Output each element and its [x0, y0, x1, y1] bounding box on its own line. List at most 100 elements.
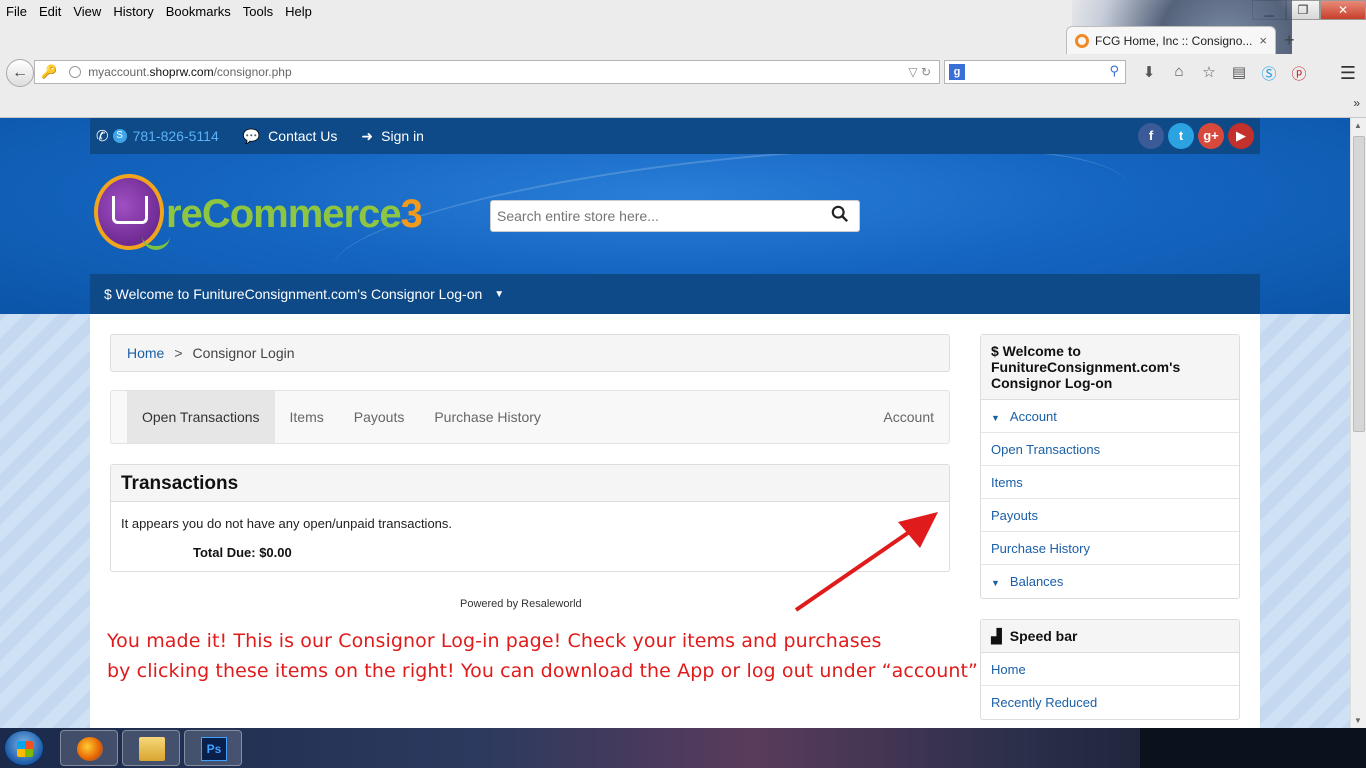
- tab-payouts[interactable]: Payouts: [339, 391, 420, 443]
- sidebar-item-purchase-history[interactable]: Purchase History: [981, 532, 1239, 565]
- reload-icon[interactable]: ▽ ↻: [908, 65, 931, 79]
- contact-us-link[interactable]: Contact Us: [268, 128, 337, 144]
- breadcrumb-home-link[interactable]: Home: [127, 345, 164, 361]
- caret-down-icon: ▼: [991, 578, 1000, 588]
- social-links: f t g+ ▶: [1138, 123, 1254, 149]
- scroll-down-icon[interactable]: ▼: [1354, 716, 1362, 725]
- key-icon: 🔑: [41, 64, 58, 79]
- tab-open-transactions[interactable]: Open Transactions: [127, 391, 275, 443]
- twitter-icon[interactable]: t: [1168, 123, 1194, 149]
- taskbar-photoshop[interactable]: Ps: [184, 730, 242, 766]
- system-tray: [1140, 728, 1366, 768]
- facebook-icon[interactable]: f: [1138, 123, 1164, 149]
- caret-down-icon: ▼: [494, 288, 505, 300]
- youtube-icon[interactable]: ▶: [1228, 123, 1254, 149]
- reader-icon[interactable]: ▤: [1230, 63, 1248, 84]
- annotation-line-2: by clicking these items on the right! Yo…: [107, 660, 978, 682]
- annotation-text: You made it! This is our Consignor Log-i…: [107, 626, 978, 686]
- skype-extension-icon[interactable]: Ⓢ: [1260, 63, 1278, 84]
- menu-tools[interactable]: Tools: [237, 4, 279, 19]
- google-plus-icon[interactable]: g+: [1198, 123, 1224, 149]
- total-due: Total Due: $0.00: [193, 545, 292, 560]
- tab-account[interactable]: Account: [868, 391, 949, 443]
- search-icon[interactable]: ⚲: [1109, 63, 1119, 79]
- home-icon[interactable]: ⌂: [1170, 63, 1188, 84]
- chat-icon: 💬: [242, 127, 261, 144]
- browser-search-input[interactable]: g ⚲: [944, 60, 1126, 84]
- sidebar-title: $ Welcome to FunitureConsignment.com's C…: [981, 335, 1239, 400]
- menu-bookmarks[interactable]: Bookmarks: [160, 4, 237, 19]
- menu-edit[interactable]: Edit: [33, 4, 67, 19]
- transactions-title: Transactions: [111, 465, 949, 502]
- bookmark-star-icon[interactable]: ☆: [1200, 63, 1218, 84]
- menu-view[interactable]: View: [67, 4, 107, 19]
- scroll-thumb[interactable]: [1353, 136, 1365, 432]
- taskbar-explorer[interactable]: [122, 730, 180, 766]
- annotation-arrow-icon: [794, 512, 938, 612]
- browser-tab[interactable]: FCG Home, Inc :: Consigno... ×: [1066, 26, 1276, 54]
- speed-bar-box: ▟ Speed bar Home Recently Reduced: [980, 619, 1240, 720]
- tab-purchase-history[interactable]: Purchase History: [419, 391, 556, 443]
- logo-text: reCommerce3: [166, 192, 423, 236]
- top-contact-bar: ✆ S 781-826-5114 💬 Contact Us ➜ Sign in …: [90, 118, 1260, 154]
- welcome-dropdown-bar[interactable]: $ Welcome to FunitureConsignment.com's C…: [90, 274, 1260, 314]
- sidebar-item-payouts[interactable]: Payouts: [981, 499, 1239, 532]
- url-prefix: myaccount.: [88, 65, 150, 79]
- cart-logo-icon: [94, 174, 170, 250]
- url-host: shoprw.com: [149, 65, 214, 79]
- speed-bar-item-recently-reduced[interactable]: Recently Reduced: [981, 686, 1239, 719]
- transactions-message: It appears you do not have any open/unpa…: [121, 516, 453, 531]
- consignor-tabs: Open Transactions Items Payouts Purchase…: [110, 390, 950, 444]
- menu-help[interactable]: Help: [279, 4, 318, 19]
- welcome-bar-label: $ Welcome to FunitureConsignment.com's C…: [104, 286, 483, 302]
- speed-bar-item-home[interactable]: Home: [981, 653, 1239, 686]
- close-window-button[interactable]: ✕: [1320, 0, 1366, 20]
- annotation-line-1: You made it! This is our Consignor Log-i…: [107, 630, 882, 652]
- folder-icon: [139, 737, 165, 761]
- close-tab-icon[interactable]: ×: [1259, 33, 1267, 48]
- menu-file[interactable]: File: [0, 4, 33, 19]
- signin-icon: ➜: [361, 127, 374, 144]
- google-icon[interactable]: g: [949, 64, 965, 80]
- sidebar-item-balances[interactable]: ▼ Balances: [981, 565, 1239, 598]
- sidebar-item-items[interactable]: Items: [981, 466, 1239, 499]
- windows-taskbar: Ps: [0, 728, 1366, 768]
- windows-logo-icon: [17, 741, 33, 757]
- tab-title: FCG Home, Inc :: Consigno...: [1095, 33, 1253, 48]
- speedbar-icon: ▟: [991, 628, 1002, 644]
- main-content: Home > Consignor Login Open Transactions…: [90, 314, 1260, 728]
- back-button[interactable]: ←: [6, 59, 34, 87]
- taskbar-firefox[interactable]: [60, 730, 118, 766]
- bookmarks-bar: »: [0, 92, 1366, 118]
- menu-history[interactable]: History: [107, 4, 159, 19]
- account-menu-box: $ Welcome to FunitureConsignment.com's C…: [980, 334, 1240, 599]
- sign-in-link[interactable]: Sign in: [381, 128, 424, 144]
- chevron-overflow-icon[interactable]: »: [1353, 96, 1360, 110]
- site-logo[interactable]: reCommerce3: [90, 170, 423, 260]
- phone-number[interactable]: 781-826-5114: [133, 128, 219, 144]
- url-path: /consignor.php: [213, 65, 292, 79]
- download-icon[interactable]: ⬇: [1140, 63, 1158, 84]
- sidebar-item-account[interactable]: ▼ Account: [981, 400, 1239, 433]
- store-search: [490, 200, 860, 232]
- scroll-up-icon[interactable]: ▲: [1354, 121, 1362, 130]
- breadcrumb-separator: >: [174, 345, 183, 361]
- navigation-bar: ← 🔑 myaccount. shoprw.com/consignor.php ▽…: [0, 54, 1366, 92]
- speed-bar-title: ▟ Speed bar: [981, 620, 1239, 653]
- menu-icon[interactable]: ☰: [1340, 63, 1356, 84]
- url-bar[interactable]: 🔑 myaccount. shoprw.com/consignor.php ▽ ↻: [34, 60, 940, 84]
- phone-icon: ✆: [96, 128, 109, 145]
- powered-by: Powered by Resaleworld: [460, 598, 582, 610]
- sidebar-item-open-transactions[interactable]: Open Transactions: [981, 433, 1239, 466]
- page-scrollbar[interactable]: ▲ ▼: [1350, 118, 1366, 728]
- store-search-input[interactable]: [491, 201, 811, 231]
- skype-icon: S: [112, 129, 127, 143]
- search-icon[interactable]: [831, 205, 849, 223]
- toolbar-icons: ⬇ ⌂ ☆ ▤ Ⓢ ⓟ: [1140, 63, 1308, 84]
- new-tab-button[interactable]: +: [1284, 30, 1295, 51]
- pinterest-icon[interactable]: ⓟ: [1290, 63, 1308, 84]
- sidebar: $ Welcome to FunitureConsignment.com's C…: [980, 334, 1240, 720]
- tab-items[interactable]: Items: [275, 391, 339, 443]
- start-button[interactable]: [4, 730, 44, 766]
- caret-down-icon: ▼: [991, 413, 1000, 423]
